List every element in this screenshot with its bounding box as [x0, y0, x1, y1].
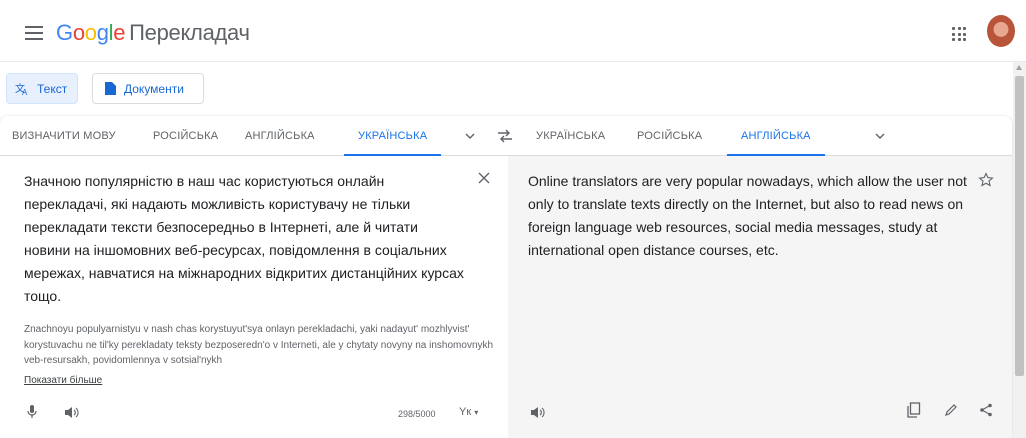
avatar[interactable]: [987, 15, 1015, 47]
app-logo[interactable]: Google Перекладач: [56, 20, 250, 46]
transliteration-text: Znachnoyu populyarnistyu v nash chas kor…: [24, 324, 494, 366]
app-header: Google Перекладач: [0, 0, 1026, 62]
svg-text:A: A: [22, 88, 28, 96]
product-name: Перекладач: [129, 20, 250, 45]
logo-letter: o: [72, 20, 85, 45]
logo-letter: e: [113, 20, 126, 45]
translator-card: ВИЗНАЧИТИ МОВУ РОСІЙСЬКА АНГЛІЙСЬКА УКРА…: [0, 116, 1012, 438]
text-mode-label: Текст: [37, 81, 68, 96]
detect-language-tab[interactable]: ВИЗНАЧИТИ МОВУ: [12, 116, 116, 156]
target-panel: Online translators are very popular nowa…: [508, 156, 1012, 438]
input-tools-caret-icon: ▾: [474, 408, 479, 417]
logo-letter: G: [56, 20, 73, 45]
clear-source-close-icon[interactable]: [478, 172, 490, 184]
documents-mode-button[interactable]: Документи: [92, 73, 204, 104]
target-lang-russian[interactable]: РОСІЙСЬКА: [637, 116, 702, 156]
listen-source-speaker-icon[interactable]: [64, 406, 80, 419]
listen-translation-speaker-icon[interactable]: [530, 406, 546, 419]
source-lang-russian[interactable]: РОСІЙСЬКА: [153, 116, 218, 156]
swap-languages-icon[interactable]: [496, 128, 514, 144]
apps-icon[interactable]: [952, 27, 966, 41]
show-more-link[interactable]: Показати більше: [24, 375, 102, 386]
microphone-icon[interactable]: [27, 405, 37, 419]
scrollbar-thumb[interactable]: [1015, 76, 1024, 376]
target-lang-more-chevron-down-icon[interactable]: [875, 131, 885, 141]
translation-output: Online translators are very popular nowa…: [528, 173, 967, 258]
input-tools-label: Yк: [459, 406, 472, 418]
language-bar: ВИЗНАЧИТИ МОВУ РОСІЙСЬКА АНГЛІЙСЬКА УКРА…: [0, 116, 1012, 156]
menu-icon[interactable]: [25, 26, 43, 40]
logo-letter: o: [84, 20, 97, 45]
document-icon: [105, 82, 116, 95]
save-translation-star-icon[interactable]: [978, 172, 994, 188]
input-tools-button[interactable]: Yк ▾: [459, 406, 478, 418]
source-textarea[interactable]: Значною популярністю в наш час користуют…: [24, 170, 464, 308]
share-icon[interactable]: [979, 403, 993, 417]
source-lang-more-chevron-down-icon[interactable]: [465, 131, 475, 141]
target-lang-english[interactable]: АНГЛІЙСЬКА: [727, 116, 825, 156]
target-lang-ukrainian[interactable]: УКРАЇНСЬКА: [536, 116, 605, 156]
character-count: 298/5000: [398, 409, 436, 419]
scroll-up-arrow-icon[interactable]: [1016, 65, 1022, 70]
copy-icon[interactable]: [907, 402, 921, 418]
logo-letter: g: [96, 20, 109, 45]
page-scrollbar[interactable]: [1013, 62, 1026, 438]
source-lang-english[interactable]: АНГЛІЙСЬКА: [245, 116, 315, 156]
documents-mode-label: Документи: [124, 81, 184, 96]
source-panel: Значною популярністю в наш час користуют…: [0, 156, 508, 438]
translate-icon: 文A: [15, 82, 28, 96]
text-mode-button[interactable]: 文A Текст: [6, 73, 78, 104]
edit-pencil-icon[interactable]: [944, 403, 958, 417]
source-lang-ukrainian[interactable]: УКРАЇНСЬКА: [343, 116, 442, 156]
